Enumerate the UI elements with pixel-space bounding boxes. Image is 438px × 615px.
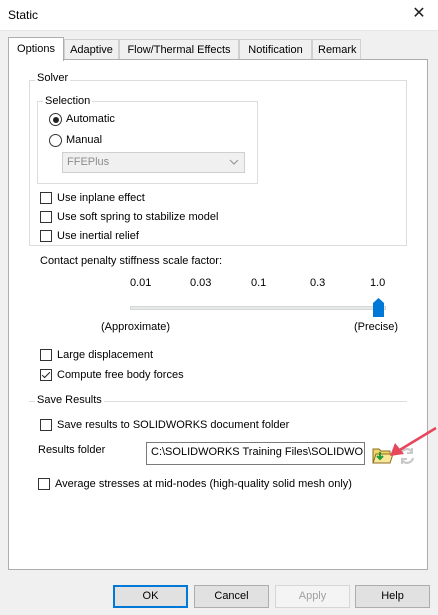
soft-spring-checkbox[interactable] <box>40 211 52 223</box>
tab-options[interactable]: Options <box>8 37 64 61</box>
results-folder-label: Results folder <box>38 444 106 456</box>
apply-button[interactable]: Apply <box>275 585 350 608</box>
selection-group-label: Selection <box>43 95 93 107</box>
tick-label: 0.01 <box>130 277 152 289</box>
contact-penalty-label: Contact penalty stiffness scale factor: <box>40 255 222 267</box>
tick-label: 0.03 <box>190 277 212 289</box>
average-stresses-label[interactable]: Average stresses at mid-nodes (high-qual… <box>55 478 352 490</box>
compute-free-body-forces-label[interactable]: Compute free body forces <box>57 369 184 381</box>
manual-radio[interactable] <box>49 134 62 147</box>
stiffness-slider-thumb[interactable] <box>373 298 384 318</box>
close-icon[interactable]: ✕ <box>404 2 434 26</box>
inplane-effect-label[interactable]: Use inplane effect <box>57 192 145 204</box>
approximate-label: (Approximate) <box>101 321 171 333</box>
tab-flow-thermal-effects[interactable]: Flow/Thermal Effects <box>119 39 239 59</box>
ok-button[interactable]: OK <box>113 585 188 608</box>
tab-notification[interactable]: Notification <box>239 39 312 59</box>
inertial-relief-checkbox[interactable] <box>40 230 52 242</box>
save-to-document-label[interactable]: Save results to SOLIDWORKS document fold… <box>57 419 289 431</box>
tick-label: 0.1 <box>251 277 267 289</box>
compute-free-body-forces-checkbox[interactable] <box>40 369 52 381</box>
inplane-effect-checkbox[interactable] <box>40 192 52 204</box>
tick-label: 0.3 <box>310 277 326 289</box>
save-to-document-checkbox[interactable] <box>40 419 52 431</box>
cancel-button[interactable]: Cancel <box>194 585 269 608</box>
precise-label: (Precise) <box>354 321 399 333</box>
manual-label[interactable]: Manual <box>66 134 102 146</box>
help-button[interactable]: Help <box>355 585 430 608</box>
solver-select-value: FFEPlus <box>67 156 110 168</box>
automatic-radio[interactable] <box>49 113 62 126</box>
results-folder-input[interactable]: C:\SOLIDWORKS Training Files\SOLIDWORKS <box>146 442 365 465</box>
tab-remark[interactable]: Remark <box>312 39 361 59</box>
stiffness-slider-track[interactable] <box>130 306 386 310</box>
tab-adaptive[interactable]: Adaptive <box>64 39 119 59</box>
chevron-down-icon <box>229 159 239 165</box>
solver-select: FFEPlus <box>62 152 245 173</box>
title-bar <box>0 0 438 31</box>
save-results-group-label: Save Results <box>35 394 104 406</box>
large-displacement-checkbox[interactable] <box>40 349 52 361</box>
average-stresses-checkbox[interactable] <box>38 478 50 490</box>
solver-group-label: Solver <box>35 72 71 84</box>
tick-label: 1.0 <box>370 277 386 289</box>
annotation-arrow <box>390 426 437 456</box>
inertial-relief-label[interactable]: Use inertial relief <box>57 230 139 242</box>
large-displacement-label[interactable]: Large displacement <box>57 349 153 361</box>
window-title: Static <box>8 8 39 22</box>
soft-spring-label[interactable]: Use soft spring to stabilize model <box>57 211 218 223</box>
automatic-label[interactable]: Automatic <box>66 113 115 125</box>
